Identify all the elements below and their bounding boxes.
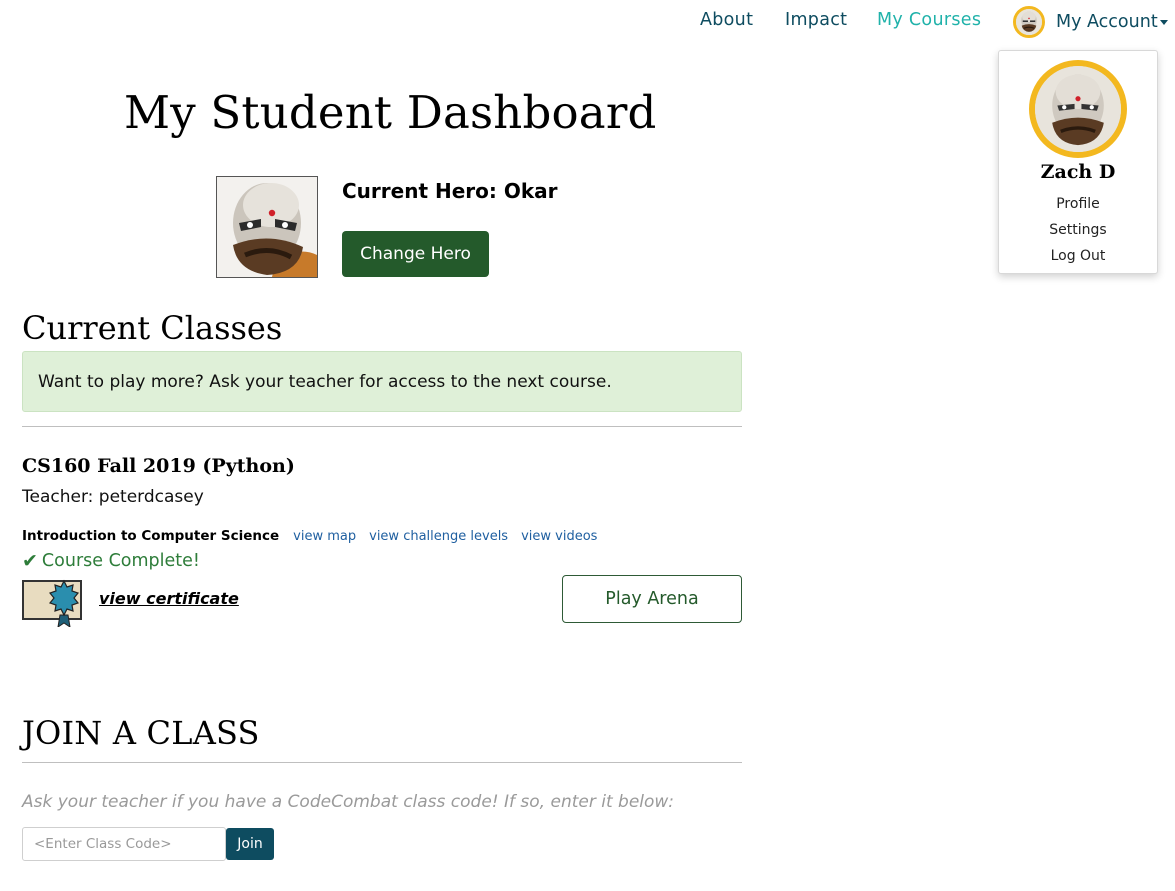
view-map-link[interactable]: view map bbox=[293, 529, 356, 544]
divider bbox=[22, 426, 742, 427]
next-course-alert: Want to play more? Ask your teacher for … bbox=[22, 351, 742, 412]
class-teacher: Teacher: peterdcasey bbox=[22, 487, 204, 507]
dropdown-user-name: Zach D bbox=[1040, 161, 1116, 183]
dropdown-avatar bbox=[1029, 60, 1127, 158]
join-class-hint: Ask your teacher if you have a CodeComba… bbox=[22, 792, 675, 812]
hero-okar-icon bbox=[217, 177, 317, 277]
my-account-menu-toggle[interactable]: My Account bbox=[1013, 6, 1168, 38]
nav-about-link[interactable]: About bbox=[700, 10, 753, 30]
hero-portrait bbox=[216, 176, 318, 278]
class-code-input[interactable] bbox=[22, 827, 226, 861]
view-challenge-levels-link[interactable]: view challenge levels bbox=[369, 529, 508, 544]
checkmark-icon: ✔ bbox=[22, 550, 38, 572]
join-class-heading: JOIN A CLASS bbox=[22, 714, 260, 752]
hero-face-icon bbox=[1016, 9, 1042, 35]
join-button[interactable]: Join bbox=[226, 828, 274, 860]
dropdown-settings-link[interactable]: Settings bbox=[999, 222, 1157, 238]
top-nav: About Impact My Courses My Account bbox=[0, 0, 1175, 44]
play-arena-button[interactable]: Play Arena bbox=[562, 575, 742, 623]
course-name: Introduction to Computer Science bbox=[22, 528, 280, 544]
nav-impact-link[interactable]: Impact bbox=[785, 10, 847, 30]
nav-my-courses-link[interactable]: My Courses bbox=[877, 10, 981, 30]
course-row: Introduction to Computer Science view ma… bbox=[22, 528, 610, 544]
current-classes-heading: Current Classes bbox=[22, 309, 283, 347]
course-status: ✔ Course Complete! bbox=[22, 550, 200, 572]
view-videos-link[interactable]: view videos bbox=[521, 529, 597, 544]
dropdown-profile-link[interactable]: Profile bbox=[999, 196, 1157, 212]
nav-avatar bbox=[1013, 6, 1045, 38]
account-dropdown: Zach D Profile Settings Log Out bbox=[998, 50, 1158, 274]
divider bbox=[22, 762, 742, 763]
student-dashboard-page: About Impact My Courses My Account Zach … bbox=[0, 0, 1175, 891]
current-hero-label: Current Hero: Okar bbox=[342, 179, 558, 203]
dropdown-logout-link[interactable]: Log Out bbox=[999, 248, 1157, 264]
certificate-ribbon-icon[interactable] bbox=[22, 575, 84, 627]
page-title: My Student Dashboard bbox=[124, 86, 657, 139]
course-status-label: Course Complete! bbox=[41, 551, 200, 571]
class-name: CS160 Fall 2019 (Python) bbox=[22, 455, 295, 477]
view-certificate-link[interactable]: view certificate bbox=[99, 589, 239, 608]
change-hero-button[interactable]: Change Hero bbox=[342, 231, 489, 277]
chevron-down-icon bbox=[1159, 19, 1168, 25]
hero-face-icon bbox=[1035, 66, 1121, 152]
my-account-label: My Account bbox=[1056, 12, 1158, 32]
